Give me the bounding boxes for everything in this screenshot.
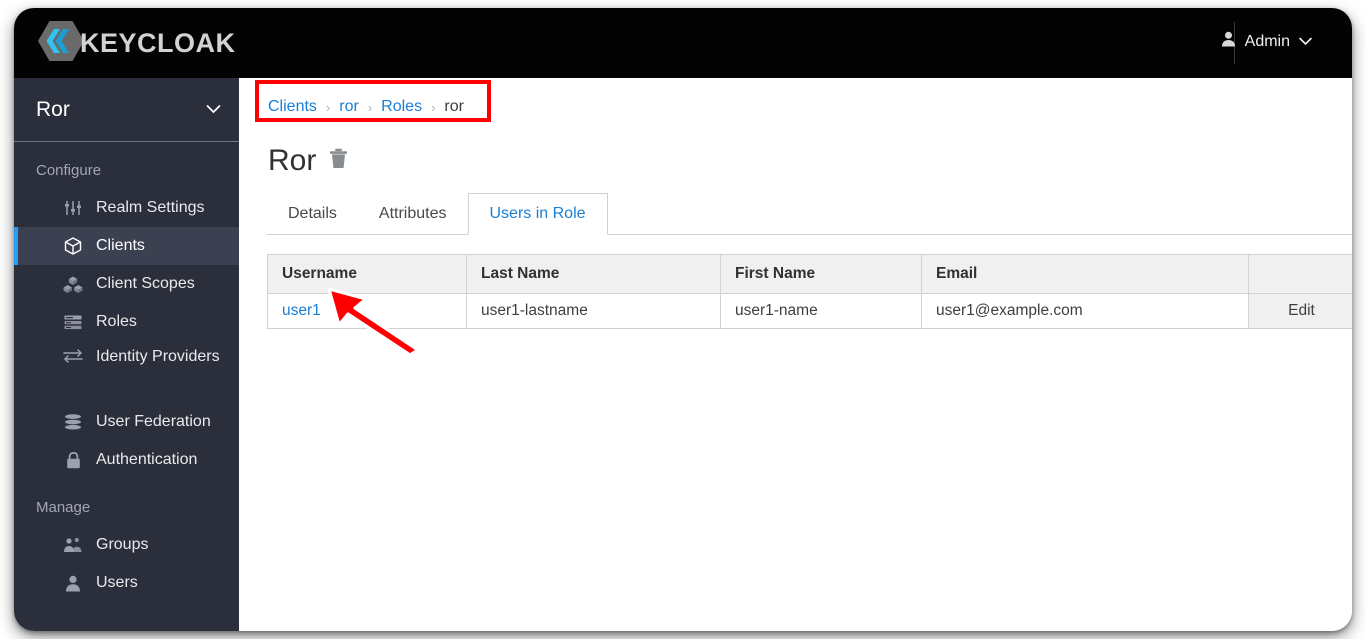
database-icon — [62, 414, 84, 430]
table-header-row: Username Last Name First Name Email — [267, 254, 1352, 294]
realm-selector[interactable]: Ror — [14, 78, 239, 141]
keycloak-hexagon-logo-icon — [38, 20, 84, 66]
sidebar-item-label: Groups — [96, 536, 149, 554]
sidebar-item-clients[interactable]: Clients — [14, 227, 239, 265]
sidebar-item-label: Realm Settings — [96, 199, 205, 217]
breadcrumb-separator-icon: › — [325, 99, 331, 115]
sidebar-item-roles[interactable]: Roles — [14, 303, 239, 341]
sidebar-divider — [14, 141, 239, 142]
trash-icon[interactable] — [329, 148, 348, 174]
breadcrumb-separator-icon: › — [367, 99, 373, 115]
sidebar-item-identity-providers[interactable]: Identity Providers — [14, 341, 239, 403]
breadcrumb-item-current: ror — [444, 98, 464, 115]
tab-attributes[interactable]: Attributes — [358, 193, 468, 234]
nav-section-manage-label: Manage — [36, 499, 91, 516]
tab-label: Users in Role — [489, 205, 586, 222]
cubes-icon — [62, 276, 84, 293]
breadcrumb: Clients › ror › Roles › ror — [268, 94, 464, 120]
chevron-down-icon — [1299, 33, 1312, 51]
cell-last-name: user1-lastname — [466, 293, 721, 329]
user-avatar-icon — [1221, 31, 1236, 52]
sidebar-item-authentication[interactable]: Authentication — [14, 441, 239, 479]
tab-users-in-role[interactable]: Users in Role — [467, 193, 608, 235]
sidebar-item-client-scopes[interactable]: Client Scopes — [14, 265, 239, 303]
column-header-username: Username — [267, 254, 467, 294]
sidebar: Ror Configure Realm Settings Clients Cli… — [14, 78, 239, 631]
breadcrumb-item-clients[interactable]: Clients — [268, 98, 317, 116]
main-content: Clients › ror › Roles › ror Ror Details — [239, 78, 1352, 631]
breadcrumb-item-ror-client[interactable]: ror — [339, 98, 359, 116]
sidebar-item-realm-settings[interactable]: Realm Settings — [14, 189, 239, 227]
masthead: KEYCLOAK Admin — [14, 8, 1352, 78]
sidebar-item-groups[interactable]: Groups — [14, 526, 239, 564]
page-title: Ror — [268, 144, 317, 177]
tab-label: Details — [288, 204, 337, 222]
sidebar-item-user-federation[interactable]: User Federation — [14, 403, 239, 441]
sidebar-item-users[interactable]: Users — [14, 564, 239, 602]
sidebar-item-label: Clients — [96, 237, 145, 255]
edit-button[interactable]: Edit — [1288, 302, 1315, 319]
sidebar-item-label: Users — [96, 574, 138, 592]
sliders-icon — [62, 200, 84, 216]
cube-icon — [62, 237, 84, 255]
lock-icon — [62, 451, 84, 469]
list-rows-icon — [62, 315, 84, 330]
tabs: Details Attributes Users in Role — [267, 193, 1352, 235]
page-title-row: Ror — [268, 146, 348, 176]
user-menu[interactable]: Admin — [1221, 31, 1312, 52]
chevron-down-icon — [206, 101, 221, 119]
user-link-user1[interactable]: user1 — [282, 302, 321, 319]
column-header-actions — [1248, 254, 1352, 294]
sidebar-item-label: Roles — [96, 313, 137, 331]
cell-first-name: user1-name — [720, 293, 922, 329]
tab-label: Attributes — [378, 204, 447, 222]
cell-email: user1@example.com — [921, 293, 1249, 329]
table-row: user1 user1-lastname user1-name user1@ex… — [267, 293, 1352, 329]
keycloak-admin-window: KEYCLOAK Admin Ror Configure Realm Setti… — [14, 8, 1352, 631]
realm-name: Ror — [36, 97, 70, 121]
sidebar-item-label: Authentication — [96, 451, 198, 469]
cell-actions: Edit — [1248, 293, 1352, 329]
sidebar-item-label: User Federation — [96, 413, 211, 431]
column-header-last-name: Last Name — [466, 254, 721, 294]
nav-section-configure-label: Configure — [36, 162, 102, 179]
user-menu-label: Admin — [1244, 32, 1290, 50]
column-header-email: Email — [921, 254, 1249, 294]
brand-name: KEYCLOAK — [80, 27, 236, 58]
tab-details[interactable]: Details — [267, 193, 358, 234]
sidebar-item-label: Identity Providers — [96, 348, 220, 365]
breadcrumb-separator-icon: › — [431, 99, 436, 115]
breadcrumb-item-roles[interactable]: Roles — [381, 98, 422, 116]
users-in-role-table: Username Last Name First Name Email user… — [267, 254, 1352, 329]
sidebar-item-label: Client Scopes — [96, 275, 195, 293]
exchange-arrows-icon — [62, 349, 84, 363]
brand-logo[interactable]: KEYCLOAK — [38, 20, 236, 62]
user-icon — [62, 575, 84, 592]
users-group-icon — [62, 537, 84, 553]
cell-username: user1 — [267, 293, 467, 329]
column-header-first-name: First Name — [720, 254, 922, 294]
